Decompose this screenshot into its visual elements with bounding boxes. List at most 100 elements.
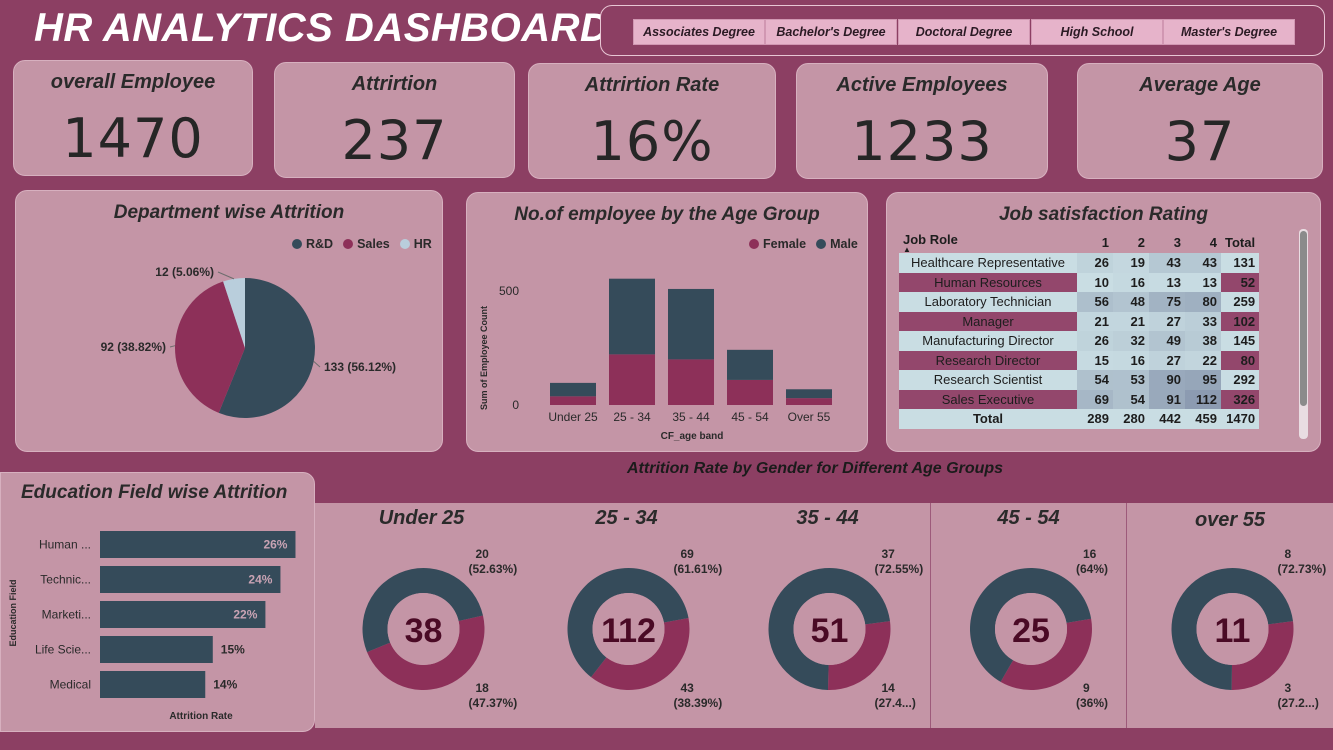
donut-panel-25-34: 25 - 34 112 69 (61.61%) 43 (38.39%) <box>528 503 725 728</box>
y-tick-label: Medical <box>50 678 91 692</box>
slicer-option-masters[interactable]: Master's Degree <box>1163 19 1295 45</box>
donut-dark-percent-label: (52.63%) <box>469 562 518 576</box>
pie-data-label: 133 (56.12%) <box>324 360 396 374</box>
education-slicer: Associates Degree Bachelor's Degree Doct… <box>600 5 1325 56</box>
kpi-value: 1233 <box>851 110 993 173</box>
rating-cell: 33 <box>1185 311 1221 331</box>
table-row: Healthcare Representative 26 19 43 43 131 <box>899 253 1260 273</box>
job-satisfaction-table: Job Role ▲ 1 2 3 4 Total Healthcare Representat… <box>899 231 1260 429</box>
kpi-attrition-rate: Attrirtion Rate 16% <box>528 63 776 179</box>
donut-dark-percent-label: (64%) <box>1076 562 1108 576</box>
slicer-option-doctoral[interactable]: Doctoral Degree <box>898 19 1030 45</box>
table-row: Manager 21 21 27 33 102 <box>899 311 1260 331</box>
rating-cell: 13 <box>1185 272 1221 292</box>
donut-maroon-value-label: 18 <box>476 681 490 695</box>
donut-panel-over-55: over 55 11 8 (72.73%) 3 (27.2...) <box>1126 503 1333 728</box>
bar-data-label: 15% <box>221 643 245 657</box>
kpi-average-age: Average Age 37 <box>1077 63 1323 179</box>
y-axis-label: Education Field <box>8 579 18 646</box>
pie-data-label: 12 (5.06%) <box>155 265 214 279</box>
slicer-option-associates[interactable]: Associates Degree <box>633 19 765 45</box>
donut-center-value: 25 <box>1012 612 1050 650</box>
donut-maroon-value-label: 9 <box>1083 681 1090 695</box>
donut-dark-percent-label: (61.61%) <box>674 562 723 576</box>
pie-leader-line <box>169 345 176 348</box>
bar-male-0 <box>550 382 596 397</box>
rating-header[interactable]: 2 <box>1113 231 1149 253</box>
job-role-cell: Research Scientist <box>899 370 1077 390</box>
job-role-cell: Healthcare Representative <box>899 253 1077 273</box>
slicer-option-high-school[interactable]: High School <box>1031 19 1163 45</box>
rating-cell: 19 <box>1113 253 1149 273</box>
donut-chart: 25 16(64%) 9(36%) <box>970 547 1108 710</box>
rating-cell: 95 <box>1185 370 1221 390</box>
kpi-value: 1470 <box>62 107 204 170</box>
total-cell: 280 <box>1113 409 1149 429</box>
kpi-overall-employee: overall Employee 1470 <box>13 60 253 176</box>
rating-cell: 48 <box>1113 292 1149 312</box>
bar-3 <box>100 636 213 663</box>
total-cell: 131 <box>1221 253 1260 273</box>
donut-maroon-value-label: 14 <box>882 681 896 695</box>
rating-cell: 43 <box>1149 253 1185 273</box>
table-row: Human Resources 10 16 13 13 52 <box>899 272 1260 292</box>
rating-cell: 56 <box>1077 292 1113 312</box>
table-row: Research Scientist 54 53 90 95 292 <box>899 370 1260 390</box>
donut-dark-value-label: 8 <box>1285 547 1292 561</box>
kpi-label: Active Employees <box>836 74 1008 96</box>
donut-center-value: 51 <box>811 612 849 650</box>
total-cell: 145 <box>1221 331 1260 351</box>
x-tick-label: Under 25 <box>548 410 598 424</box>
total-cell: 259 <box>1221 292 1260 312</box>
donut-panel-35-44: 35 - 44 51 37 (72.55%) 14 (27.4...) <box>725 503 930 728</box>
bar-female-2 <box>668 359 714 405</box>
bar-data-label: 26% <box>263 538 287 552</box>
x-axis-label: CF_age band <box>661 431 724 442</box>
table-row: Sales Executive 69 54 91 112 326 <box>899 389 1260 409</box>
rating-cell: 21 <box>1113 311 1149 331</box>
slicer-option-bachelors[interactable]: Bachelor's Degree <box>765 19 897 45</box>
rating-cell: 26 <box>1077 331 1113 351</box>
rating-header[interactable]: 1 <box>1077 231 1113 253</box>
y-tick-label: Human ... <box>39 538 91 552</box>
job-role-cell: Sales Executive <box>899 389 1077 409</box>
donut-dark-percent-label: (72.55%) <box>875 562 924 576</box>
x-axis-label: Attrition Rate <box>169 711 233 722</box>
donut-maroon-value-label: 43 <box>681 681 695 695</box>
job-role-cell: Manufacturing Director <box>899 331 1077 351</box>
table-scrollbar-thumb[interactable] <box>1300 231 1307 406</box>
dashboard-title: HR ANALYTICS DASHBOARD <box>34 6 610 50</box>
rating-cell: 10 <box>1077 272 1113 292</box>
x-tick-label: 45 - 54 <box>731 410 769 424</box>
bar-male-4 <box>786 389 832 399</box>
total-cell: 80 <box>1221 350 1260 370</box>
total-cell: 326 <box>1221 389 1260 409</box>
rating-header[interactable]: Total <box>1221 231 1259 253</box>
bar-4 <box>100 671 206 698</box>
pie-leader-line <box>217 271 235 280</box>
table-row: Manufacturing Director 26 32 49 38 145 <box>899 331 1260 351</box>
bar-data-label: 22% <box>233 608 257 622</box>
pie-data-label: 92 (38.82%) <box>101 340 166 354</box>
table-row: Laboratory Technician 56 48 75 80 259 <box>899 292 1260 312</box>
rating-header[interactable]: 4 <box>1185 231 1221 253</box>
rating-cell: 91 <box>1149 389 1185 409</box>
rating-cell: 32 <box>1113 331 1149 351</box>
job-role-header[interactable]: Job Role ▲ <box>899 231 1077 254</box>
rating-cell: 80 <box>1185 292 1221 312</box>
donut-center-value: 11 <box>1215 612 1251 650</box>
rating-cell: 49 <box>1149 331 1185 351</box>
rating-cell: 54 <box>1077 370 1113 390</box>
donut-chart: 11 8(72.73%) 3(27.2...) <box>1171 547 1326 710</box>
age-group-bar-chart: Sum of Employee Count 0 500 Under 25 25 - 34… <box>479 278 832 442</box>
rating-header[interactable]: 3 <box>1149 231 1185 253</box>
job-role-cell: Manager <box>899 311 1077 331</box>
donut-dark-value-label: 37 <box>882 547 896 561</box>
donut-dark-value-label: 69 <box>681 547 695 561</box>
kpi-value: 16% <box>590 110 714 173</box>
total-label: Total <box>899 409 1077 429</box>
rating-cell: 54 <box>1113 389 1149 409</box>
donut-chart: 38 20(52.63%) 18(47.37%) <box>362 547 518 710</box>
donut-maroon-percent-label: (27.2...) <box>1278 696 1319 710</box>
bar-female-1 <box>609 354 655 405</box>
